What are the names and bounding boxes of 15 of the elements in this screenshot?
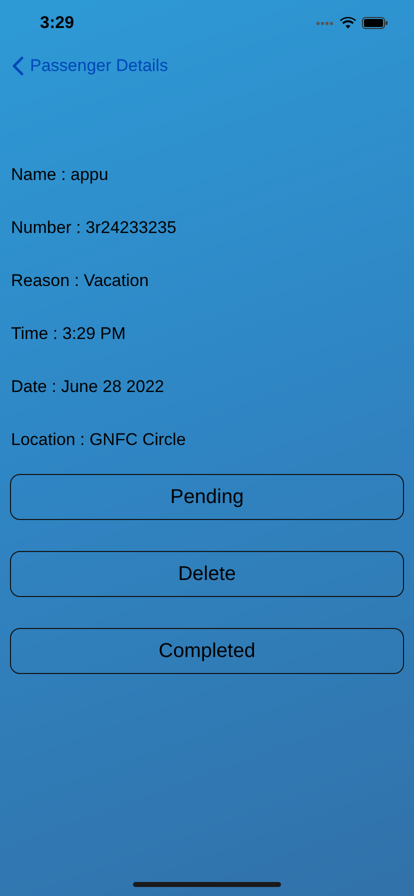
detail-text: Date : June 28 2022 [11,376,164,398]
chevron-left-icon [12,56,24,76]
action-button[interactable]: Delete [10,551,404,597]
action-button[interactable]: Completed [10,628,404,674]
battery-icon [362,17,388,29]
detail-text: Number : 3r24233235 [11,216,176,239]
status-time: 3:29 [40,12,74,34]
wifi-icon [340,17,356,29]
detail-text: Time : 3:29 PM [11,322,126,345]
back-link[interactable]: Passenger Details [12,53,168,79]
detail-text: Location : GNFC Circle [11,428,186,451]
signal-icon [316,20,334,26]
action-button[interactable]: Pending [10,474,404,520]
detail-text: Reason : Vacation [11,270,149,292]
detail-text: Name : appu [11,164,108,186]
